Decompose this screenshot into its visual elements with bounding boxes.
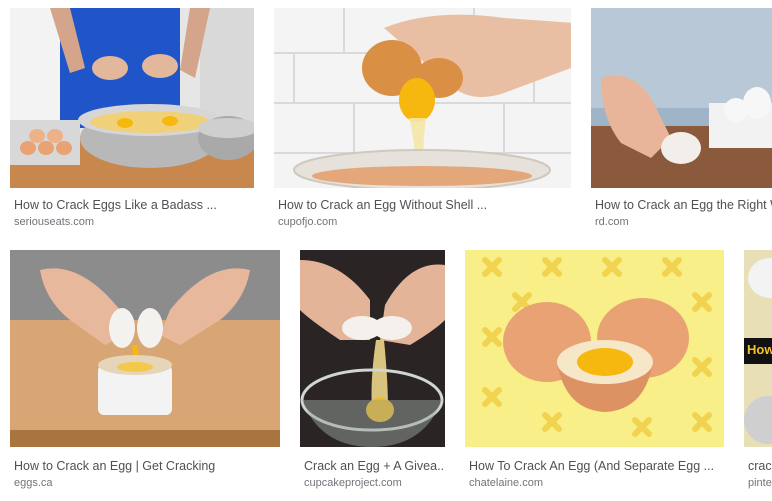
result-thumbnail-2[interactable] bbox=[274, 8, 571, 188]
thumbnail-overlay-text: How bbox=[747, 342, 772, 357]
hand-cracking-egg-image bbox=[274, 8, 571, 188]
result-source[interactable]: cupofjo.com bbox=[278, 216, 568, 228]
result-title[interactable]: How to Crack Eggs Like a Badass ... bbox=[14, 198, 254, 212]
result-card-5[interactable]: Crack an Egg + A Givea... cupcakeproject… bbox=[300, 250, 445, 490]
result-source[interactable]: seriouseats.com bbox=[14, 216, 254, 228]
result-source[interactable]: chatelaine.com bbox=[469, 477, 724, 489]
result-source[interactable]: cupcakeproject.com bbox=[304, 477, 445, 489]
result-thumbnail-7[interactable]: How bbox=[744, 250, 772, 447]
result-source[interactable]: rd.com bbox=[595, 216, 772, 228]
result-title[interactable]: Crack an Egg + A Givea... bbox=[304, 459, 445, 473]
result-card-7[interactable]: How crac pinte bbox=[744, 250, 772, 490]
result-thumbnail-1[interactable] bbox=[10, 8, 254, 188]
result-card-3[interactable]: How to Crack an Egg the Right W rd.com bbox=[591, 8, 772, 233]
result-thumbnail-5[interactable] bbox=[300, 250, 445, 447]
result-thumbnail-4[interactable] bbox=[10, 250, 280, 447]
result-card-6[interactable]: How To Crack An Egg (And Separate Egg ..… bbox=[465, 250, 724, 490]
result-title[interactable]: How to Crack an Egg the Right W bbox=[595, 198, 772, 212]
result-title[interactable]: How to Crack an Egg | Get Cracking bbox=[14, 459, 280, 473]
result-card-4[interactable]: How to Crack an Egg | Get Cracking eggs.… bbox=[10, 250, 280, 490]
result-title[interactable]: crac bbox=[748, 459, 772, 473]
cracked-egg-yellow-background-image bbox=[465, 250, 724, 447]
egg-into-glass-bowl-image bbox=[300, 250, 445, 447]
result-title[interactable]: How To Crack An Egg (And Separate Egg ..… bbox=[469, 459, 724, 473]
result-card-2[interactable]: How to Crack an Egg Without Shell ... cu… bbox=[274, 8, 571, 233]
result-source[interactable]: pinte bbox=[748, 477, 772, 489]
result-thumbnail-6[interactable] bbox=[465, 250, 724, 447]
result-source[interactable]: eggs.ca bbox=[14, 477, 280, 489]
result-card-1[interactable]: How to Crack Eggs Like a Badass ... seri… bbox=[10, 8, 254, 233]
egg-on-counter-image bbox=[591, 8, 772, 188]
result-title[interactable]: How to Crack an Egg Without Shell ... bbox=[278, 198, 568, 212]
egg-over-ramekin-image bbox=[10, 250, 280, 447]
kitchen-egg-cracking-image bbox=[10, 8, 254, 188]
result-thumbnail-3[interactable] bbox=[591, 8, 772, 188]
